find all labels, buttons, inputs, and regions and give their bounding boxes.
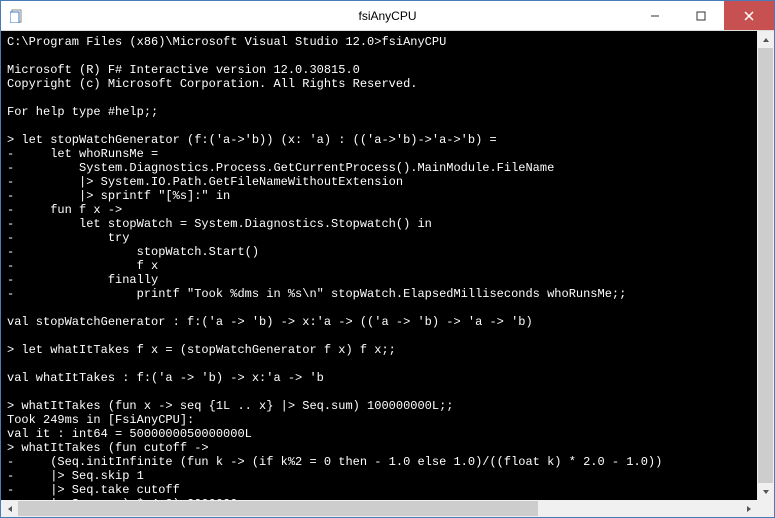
window-controls bbox=[632, 1, 774, 30]
scroll-down-button[interactable] bbox=[757, 483, 774, 500]
titlebar[interactable]: fsiAnyCPU bbox=[1, 1, 774, 31]
vertical-scrollbar[interactable] bbox=[757, 31, 774, 500]
scroll-track-horizontal[interactable] bbox=[18, 500, 740, 517]
terminal-output[interactable]: C:\Program Files (x86)\Microsoft Visual … bbox=[1, 31, 757, 500]
app-icon bbox=[9, 8, 25, 24]
scroll-thumb-vertical[interactable] bbox=[758, 48, 773, 483]
minimize-button[interactable] bbox=[632, 1, 678, 30]
scroll-right-button[interactable] bbox=[740, 500, 757, 517]
scroll-up-button[interactable] bbox=[757, 31, 774, 48]
scroll-left-button[interactable] bbox=[1, 500, 18, 517]
scrollbar-corner bbox=[757, 500, 774, 517]
window-title: fsiAnyCPU bbox=[358, 9, 416, 23]
close-button[interactable] bbox=[724, 1, 774, 30]
horizontal-scrollbar[interactable] bbox=[1, 500, 757, 517]
terminal-container: C:\Program Files (x86)\Microsoft Visual … bbox=[1, 31, 774, 517]
scroll-thumb-horizontal[interactable] bbox=[18, 501, 538, 516]
scroll-track-vertical[interactable] bbox=[757, 48, 774, 483]
maximize-button[interactable] bbox=[678, 1, 724, 30]
